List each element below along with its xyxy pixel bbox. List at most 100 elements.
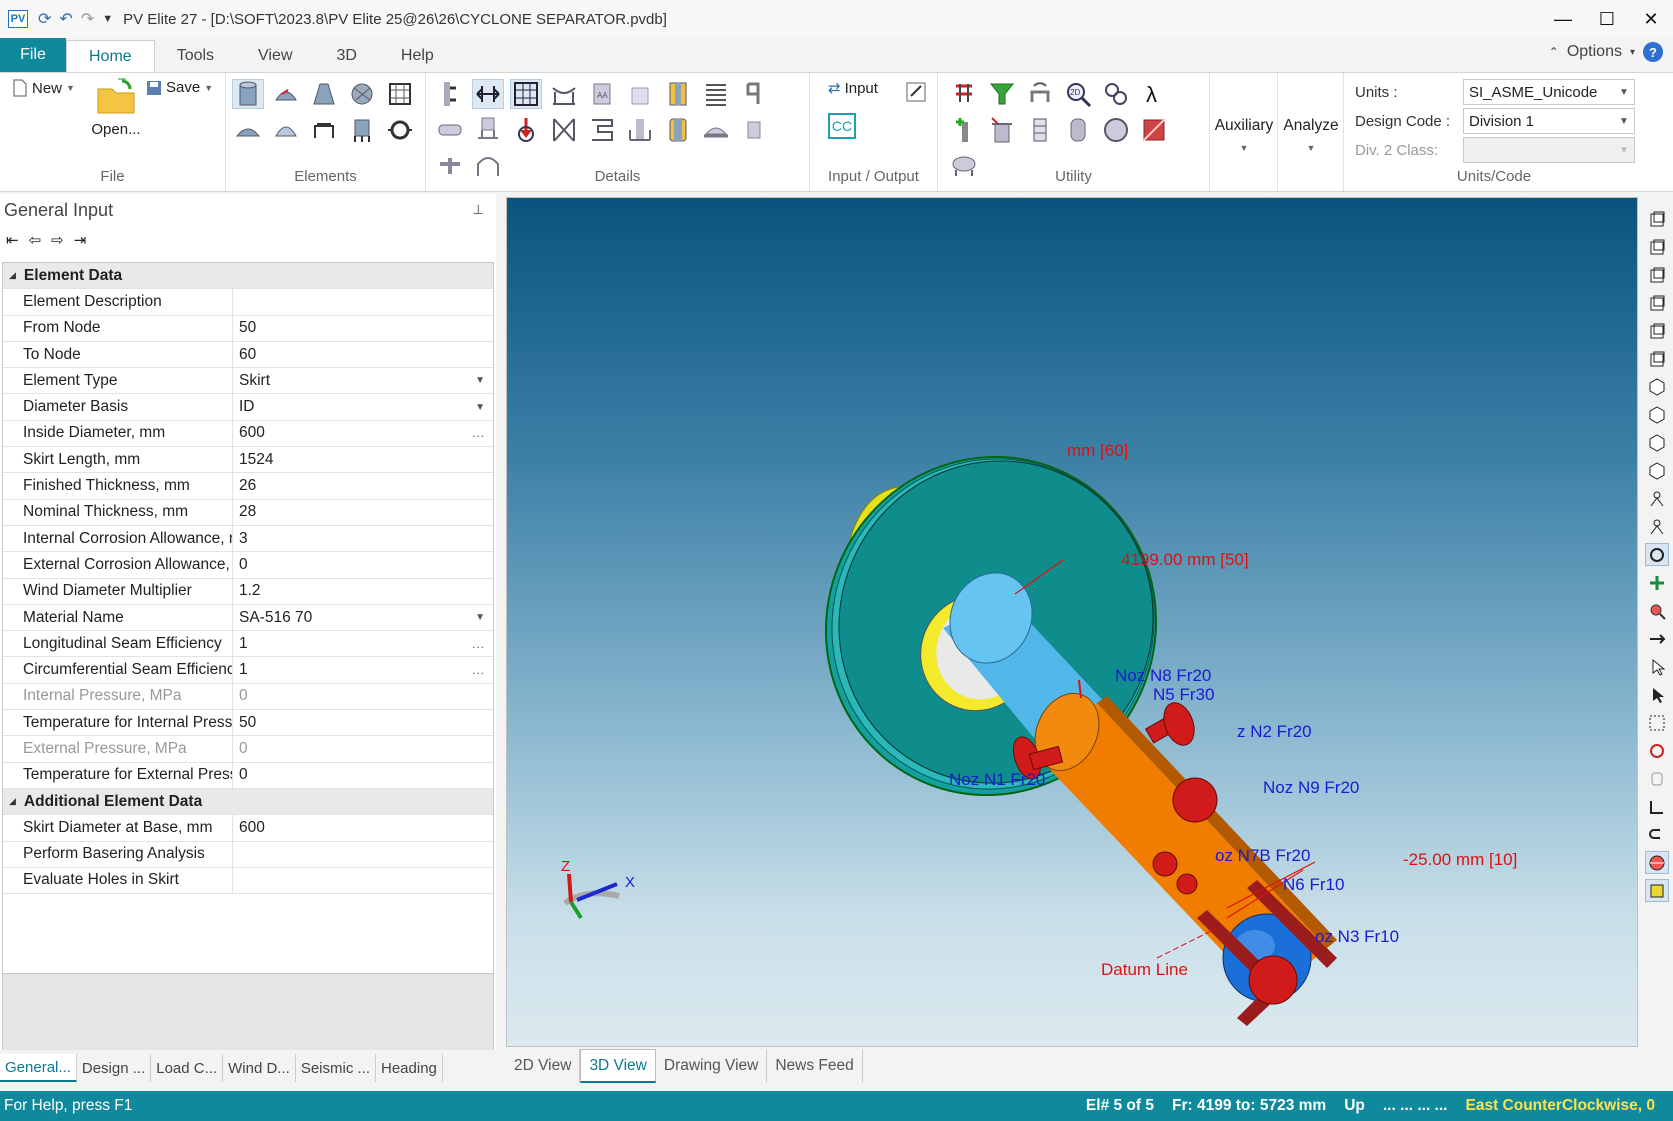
material-db-icon[interactable] — [1138, 115, 1170, 145]
tab-news-feed[interactable]: News Feed — [767, 1049, 863, 1083]
leg-support-icon[interactable] — [346, 115, 378, 145]
tray-support-icon[interactable] — [624, 115, 656, 145]
section-view-icon[interactable] — [1645, 795, 1669, 818]
options-menu[interactable]: Options — [1567, 43, 1622, 61]
next-element-button[interactable]: ⇨ — [51, 231, 64, 249]
chevron-down-icon[interactable]: ▼ — [475, 612, 485, 623]
tab-home[interactable]: Home — [66, 40, 155, 72]
ellipsis-button[interactable]: ... — [472, 426, 485, 440]
view-front-icon[interactable] — [1645, 207, 1669, 230]
pin-icon[interactable]: ⊥ — [473, 202, 484, 218]
design-code-select[interactable]: Division 1 ▼ — [1463, 108, 1635, 134]
tab-tools[interactable]: Tools — [155, 40, 236, 72]
view-top-icon[interactable] — [1645, 319, 1669, 342]
wind-multiplier-field[interactable]: 1.2 — [233, 579, 493, 604]
view-bottom-icon[interactable] — [1645, 347, 1669, 370]
window-select-icon[interactable] — [1645, 711, 1669, 734]
platform-detail-icon[interactable] — [738, 79, 770, 109]
tab-3d[interactable]: 3D — [314, 40, 378, 72]
external-corrosion-field[interactable]: 0 — [233, 552, 493, 577]
zoom-view-icon[interactable] — [1645, 599, 1669, 622]
tab-general-input[interactable]: General... — [0, 1054, 77, 1082]
saddle-detail-icon[interactable] — [548, 79, 580, 109]
select-arrow-icon[interactable] — [1645, 655, 1669, 678]
tab-3d-view[interactable]: 3D View — [580, 1049, 656, 1083]
view-left-icon[interactable] — [1645, 263, 1669, 286]
view-right-icon[interactable] — [1645, 291, 1669, 314]
collapse-triangle-icon[interactable]: ◢ — [9, 270, 16, 281]
elliptical-head-icon[interactable] — [270, 79, 302, 109]
element-type-select[interactable]: Skirt ▼ — [233, 368, 493, 393]
diameter-basis-select[interactable]: ID ▼ — [233, 394, 493, 419]
customize-quick-access-icon[interactable]: ▼ — [102, 13, 113, 25]
delete-element-icon[interactable] — [986, 115, 1018, 145]
codecalc-button[interactable]: CC — [828, 113, 856, 139]
iso-view-ne-icon[interactable] — [1645, 431, 1669, 454]
external-temperature-field[interactable]: 0 — [233, 763, 493, 788]
cylinder-view-icon[interactable] — [1062, 115, 1094, 145]
category-element-data[interactable]: ◢ Element Data — [3, 263, 493, 290]
analyze-button[interactable]: Analyze — [1278, 117, 1344, 135]
element-description-field[interactable] — [233, 289, 493, 314]
basering-analysis-checkbox[interactable] — [233, 842, 493, 867]
jacket-detail-icon[interactable] — [662, 115, 694, 145]
last-element-button[interactable]: ⇥ — [74, 231, 87, 249]
tab-help[interactable]: Help — [379, 40, 456, 72]
ellipsis-button[interactable]: ... — [472, 637, 485, 651]
longitudinal-seam-field[interactable]: 1... — [233, 631, 493, 656]
output-report-icon[interactable] — [900, 77, 932, 107]
close-button[interactable]: ✕ — [1629, 0, 1673, 38]
units-select[interactable]: SI_ASME_Unicode ▼ — [1463, 79, 1635, 105]
flange-calc-icon[interactable] — [948, 79, 980, 109]
look-view-icon[interactable] — [1645, 515, 1669, 538]
tab-wind-data[interactable]: Wind D... — [223, 1054, 296, 1082]
tray-detail-icon[interactable] — [510, 79, 542, 109]
funnel-icon[interactable] — [986, 79, 1018, 109]
walk-view-icon[interactable] — [1645, 487, 1669, 510]
iso-view-sw-icon[interactable] — [1645, 403, 1669, 426]
collapse-ribbon-icon[interactable]: ⌃ — [1549, 45, 1559, 59]
weight-detail-icon[interactable] — [624, 79, 656, 109]
skirt-base-diameter-field[interactable]: 600 — [233, 815, 493, 840]
circle-view-icon[interactable] — [1100, 115, 1132, 145]
auxiliary-button[interactable]: Auxiliary — [1210, 117, 1278, 135]
cylinder-element-icon[interactable] — [232, 79, 264, 109]
halfpipe-detail-icon[interactable] — [548, 115, 580, 145]
new-dropdown-icon[interactable]: ▼ — [66, 83, 75, 93]
shaded-view-icon[interactable] — [1645, 767, 1669, 790]
external-pressure-field[interactable]: 0 — [233, 736, 493, 761]
tab-heading[interactable]: Heading — [376, 1054, 443, 1082]
chevron-down-icon[interactable]: ▼ — [475, 402, 485, 413]
basering-detail-icon[interactable] — [700, 115, 732, 145]
from-node-field[interactable]: 50 — [233, 316, 493, 341]
auxiliary-dropdown-icon[interactable]: ▼ — [1210, 143, 1278, 153]
lambda-icon[interactable]: λ — [1138, 79, 1170, 109]
internal-temperature-field[interactable]: 50 — [233, 710, 493, 735]
body-flange-icon[interactable] — [384, 79, 416, 109]
minimize-button[interactable]: — — [1541, 0, 1585, 38]
undo-icon[interactable]: ↶ — [59, 9, 72, 29]
previous-element-button[interactable]: ⇦ — [29, 231, 42, 249]
insulation-detail-icon[interactable] — [662, 79, 694, 109]
link-utility-icon[interactable] — [1100, 79, 1132, 109]
nominal-thickness-field[interactable]: 28 — [233, 500, 493, 525]
first-element-button[interactable]: ⇤ — [6, 231, 19, 249]
tab-drawing-view[interactable]: Drawing View — [656, 1049, 768, 1083]
internal-pressure-field[interactable]: 0 — [233, 684, 493, 709]
finished-thickness-field[interactable]: 26 — [233, 473, 493, 498]
lug-detail-icon[interactable]: AA — [586, 79, 618, 109]
input-button[interactable]: ⇄ Input — [828, 79, 878, 98]
conical-element-icon[interactable] — [308, 79, 340, 109]
tab-design-constraints[interactable]: Design ... — [77, 1054, 152, 1082]
open-button[interactable]: Open... — [86, 77, 146, 138]
redo-icon[interactable]: ↷ — [81, 9, 94, 29]
collapse-triangle-icon[interactable]: ◢ — [9, 796, 16, 807]
ellipsis-button[interactable]: ... — [472, 663, 485, 677]
split-element-icon[interactable] — [1024, 115, 1056, 145]
iso-view-nw-icon[interactable] — [1645, 459, 1669, 482]
inside-diameter-field[interactable]: 600... — [233, 421, 493, 446]
save-button[interactable]: Save ▼ — [146, 79, 213, 96]
material-name-select[interactable]: SA-516 70 ▼ — [233, 605, 493, 630]
welded-flat-icon[interactable] — [346, 79, 378, 109]
rotate-view-icon[interactable] — [1644, 543, 1669, 566]
